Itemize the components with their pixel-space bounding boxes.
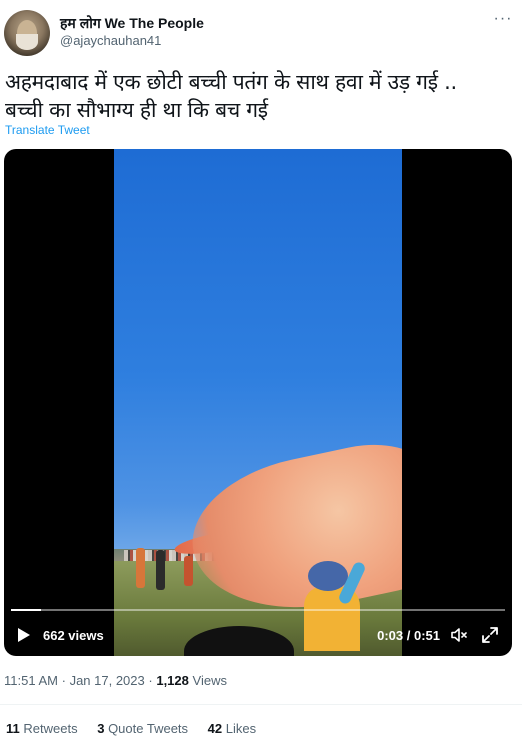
video-frame xyxy=(114,149,402,656)
tweet: हम लोग We The People @ajaychauhan41 ··· … xyxy=(0,0,522,744)
video-child-hat xyxy=(308,561,348,591)
video-time: 0:03 / 0:51 xyxy=(377,628,440,643)
meta-separator: · xyxy=(61,673,66,688)
video-progress-fill xyxy=(11,609,41,611)
video-player[interactable]: 662 views 0:03 / 0:51 xyxy=(4,149,512,656)
tweet-header: हम लोग We The People @ajaychauhan41 ··· xyxy=(4,10,514,58)
tweet-meta: 11:51 AM · Jan 17, 2023 · 1,128 Views xyxy=(4,673,227,688)
quote-tweets-stat[interactable]: 3 Quote Tweets xyxy=(97,721,188,736)
more-icon[interactable]: ··· xyxy=(492,11,514,34)
video-person xyxy=(136,548,145,588)
divider xyxy=(0,704,522,705)
mute-icon[interactable] xyxy=(450,626,468,644)
quote-tweets-count: 3 xyxy=(97,721,105,736)
video-view-count: 662 views xyxy=(43,628,104,643)
translate-tweet-link[interactable]: Translate Tweet xyxy=(5,123,90,137)
quote-tweets-label: Quote Tweets xyxy=(108,721,189,736)
author-display-name[interactable]: हम लोग We The People xyxy=(60,14,204,32)
video-controls: 662 views 0:03 / 0:51 xyxy=(4,624,512,648)
avatar-beard xyxy=(16,34,38,50)
tweet-views-label: Views xyxy=(192,673,227,688)
likes-label: Likes xyxy=(225,721,257,736)
tweet-text-line-1: अहमदाबाद में एक छोटी बच्ची पतंग के साथ ह… xyxy=(5,70,457,94)
video-progress-bar[interactable] xyxy=(11,609,505,611)
meta-separator: · xyxy=(148,673,153,688)
author-handle[interactable]: @ajaychauhan41 xyxy=(60,32,204,50)
retweets-label: Retweets xyxy=(23,721,78,736)
tweet-text-line-2: बच्ची का सौभाग्य ही था कि बच गई xyxy=(5,98,268,122)
tweet-stats: 11 Retweets 3 Quote Tweets 42 Likes xyxy=(6,721,272,736)
retweets-count: 11 xyxy=(6,721,20,736)
tweet-time[interactable]: 11:51 AM xyxy=(4,673,58,688)
tweet-text: अहमदाबाद में एक छोटी बच्ची पतंग के साथ ह… xyxy=(5,68,505,124)
likes-stat[interactable]: 42 Likes xyxy=(208,721,256,736)
fullscreen-icon[interactable] xyxy=(481,626,499,644)
video-person xyxy=(184,556,193,586)
likes-count: 42 xyxy=(207,721,223,736)
play-icon[interactable] xyxy=(18,628,30,642)
tweet-views-count: 1,128 xyxy=(156,673,189,688)
avatar[interactable] xyxy=(4,10,50,56)
retweets-stat[interactable]: 11 Retweets xyxy=(6,721,78,736)
author-block: हम लोग We The People @ajaychauhan41 xyxy=(60,14,204,50)
tweet-date[interactable]: Jan 17, 2023 xyxy=(70,673,145,688)
video-person xyxy=(156,550,165,590)
